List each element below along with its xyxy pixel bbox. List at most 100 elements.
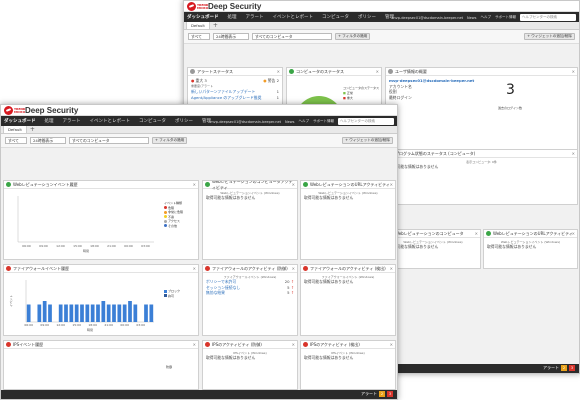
legend-item[interactable]: 許可	[164, 294, 180, 299]
nav-events-reports[interactable]: イベントとレポート	[90, 118, 131, 124]
nav-computers[interactable]: コンピュータ	[322, 14, 349, 20]
apply-filter-button[interactable]: + フィルタの適用	[335, 33, 371, 40]
alert-counter[interactable]: アラート 2 3	[543, 365, 575, 371]
close-icon[interactable]: ✕	[292, 266, 295, 271]
nav-events-reports[interactable]: イベントとレポート	[273, 14, 314, 20]
nav-actions[interactable]: 処理	[228, 14, 237, 20]
nav-dashboard[interactable]: ダッシュボード	[187, 14, 219, 20]
nav-right-tools: mvp-deepsec01@dscdomain-beeper.net News …	[210, 118, 394, 125]
close-icon[interactable]: ✕	[193, 266, 196, 271]
nav-policies[interactable]: ポリシー	[175, 118, 193, 124]
warning-count-badge[interactable]: 2	[379, 391, 385, 397]
x-tick-label: 09:00	[40, 323, 49, 327]
program-status-widget: プログラム状態のステータス (コンピュータ) ✕ 表示コンピュータ: 0件 取得可…	[385, 149, 578, 205]
help-link[interactable]: ヘルプ	[481, 15, 492, 20]
legend-label: ブロック	[168, 289, 181, 293]
firewall-icon	[205, 266, 210, 271]
no-data-text: 取得可能な情報はありません	[487, 244, 537, 249]
widget-title: IPSイベント履歴	[13, 341, 44, 347]
apply-filter-button[interactable]: + フィルタの適用	[152, 137, 188, 144]
bar[interactable]	[133, 304, 138, 323]
bar[interactable]	[64, 304, 68, 323]
tab-default[interactable]: Default	[3, 125, 27, 133]
time-range-select[interactable]: 24時間表示	[213, 33, 249, 40]
add-tab-button[interactable]: +	[30, 126, 35, 133]
list-item[interactable]: 無効な結果 5 ↑	[206, 290, 294, 296]
support-link[interactable]: サポート情報	[313, 119, 334, 124]
critical-count-badge[interactable]: 3	[387, 391, 393, 397]
support-link[interactable]: サポート情報	[495, 15, 516, 20]
x-tick-label: 21:00	[107, 244, 116, 248]
legend-item[interactable]: その他	[164, 224, 183, 229]
nav-policies[interactable]: ポリシー	[358, 14, 376, 20]
nav-alerts[interactable]: アラート	[246, 14, 264, 20]
critical-count-badge[interactable]: 3	[569, 365, 575, 371]
add-widget-button[interactable]: + ウィジェットの追加/削除	[524, 33, 575, 40]
bar[interactable]	[128, 301, 132, 322]
news-link[interactable]: News	[467, 16, 476, 20]
legend-label: 危険	[168, 205, 175, 210]
web-rep-legend: イベント種類 危険 非常に危険 不審 アクセス その他	[164, 201, 183, 228]
bar[interactable]	[42, 301, 47, 322]
bar[interactable]	[122, 304, 127, 323]
nav-computers[interactable]: コンピュータ	[139, 118, 166, 124]
legend-label: 不審	[168, 214, 175, 219]
alert-counter[interactable]: アラート 2 3	[361, 391, 393, 397]
close-icon[interactable]: ✕	[376, 69, 379, 74]
bar[interactable]	[90, 304, 95, 323]
legend-swatch	[164, 215, 167, 218]
no-data-text: 取得可能な情報はありません	[304, 195, 354, 200]
bar[interactable]	[74, 304, 79, 323]
bar[interactable]	[112, 304, 116, 323]
bar[interactable]	[26, 304, 31, 323]
alert-row[interactable]: Agent/Appliance のアップグレード推奨 1	[191, 95, 279, 101]
dashboard-tabs: Default +	[1, 125, 397, 134]
close-icon[interactable]: ✕	[572, 69, 575, 74]
bar[interactable]	[85, 304, 90, 323]
web-icon	[486, 231, 491, 236]
legend-label: その他	[168, 223, 178, 228]
close-icon[interactable]: ✕	[390, 266, 393, 271]
bar[interactable]	[37, 304, 42, 323]
bar[interactable]	[144, 304, 148, 323]
bar[interactable]	[69, 304, 74, 323]
filter-all-select[interactable]: すべて	[5, 137, 27, 144]
bar[interactable]	[58, 304, 63, 323]
bar[interactable]	[96, 304, 100, 323]
bar[interactable]	[101, 301, 106, 322]
close-icon[interactable]: ✕	[572, 231, 575, 236]
close-icon[interactable]: ✕	[193, 182, 196, 187]
close-icon[interactable]: ✕	[277, 69, 280, 74]
help-search-input[interactable]: ヘルプセンターの検索	[520, 14, 576, 21]
computers-select[interactable]: すべてのコンピュータ	[252, 33, 332, 40]
account-label[interactable]: mvp-deepsec01@dscdomain-beeper.net	[392, 16, 463, 20]
bar[interactable]	[106, 304, 111, 323]
bar[interactable]	[117, 304, 122, 323]
close-icon[interactable]: ✕	[193, 342, 196, 347]
bar[interactable]	[149, 304, 154, 323]
add-tab-button[interactable]: +	[213, 22, 218, 29]
computer-icon	[289, 69, 294, 74]
help-search-input[interactable]: ヘルプセンターの検索	[338, 118, 394, 125]
time-range-select[interactable]: 24時間表示	[30, 137, 66, 144]
computers-select[interactable]: すべてのコンピュータ	[69, 137, 149, 144]
nav-dashboard[interactable]: ダッシュボード	[4, 118, 36, 124]
news-link[interactable]: News	[285, 120, 294, 124]
warning-count-badge[interactable]: 2	[561, 365, 567, 371]
nav-actions[interactable]: 処理	[45, 118, 54, 124]
filter-all-select[interactable]: すべて	[188, 33, 210, 40]
close-icon[interactable]: ✕	[475, 231, 478, 236]
help-link[interactable]: ヘルプ	[299, 119, 310, 124]
close-icon[interactable]: ✕	[390, 342, 393, 347]
close-icon[interactable]: ✕	[390, 182, 393, 187]
bar[interactable]	[48, 304, 52, 323]
account-label[interactable]: mvp-deepsec01@dscdomain-beeper.net	[210, 120, 281, 124]
close-icon[interactable]: ✕	[292, 182, 295, 187]
bar[interactable]	[80, 304, 84, 323]
close-icon[interactable]: ✕	[292, 342, 295, 347]
add-widget-button[interactable]: + ウィジェットの追加/削除	[342, 137, 393, 144]
close-icon[interactable]: ✕	[572, 151, 575, 156]
x-axis-label: 時間	[87, 327, 93, 332]
tab-default[interactable]: Default	[186, 21, 210, 29]
nav-alerts[interactable]: アラート	[63, 118, 81, 124]
